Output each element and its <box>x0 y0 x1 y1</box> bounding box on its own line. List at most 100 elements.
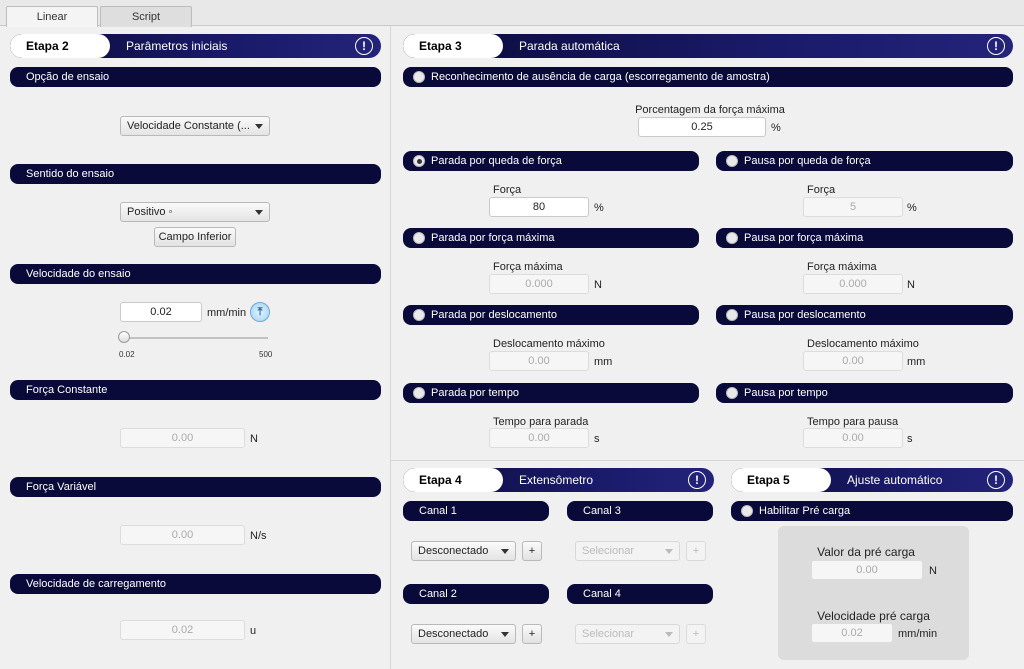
pausa-desl-option[interactable]: Pausa por deslocamento <box>716 305 1013 325</box>
radio-icon <box>726 155 738 167</box>
velocidade-pre-carga-input[interactable]: 0.02 <box>811 623 893 643</box>
warning-icon[interactable]: ! <box>688 471 706 489</box>
canal4-add-button[interactable]: + <box>686 624 706 644</box>
parada-tempo-input[interactable]: 0.00 <box>489 428 589 448</box>
valor-pre-carga-input[interactable]: 0.00 <box>811 560 923 580</box>
parada-desl-label: Deslocamento máximo <box>493 338 605 350</box>
speed-preset-icon[interactable]: ⤒ <box>250 302 270 322</box>
pausa-max-input[interactable]: 0.000 <box>803 274 903 294</box>
pausa-tempo-unit: s <box>907 433 913 445</box>
forca-constante-unit: N <box>250 433 258 445</box>
radio-icon <box>741 505 753 517</box>
etapa5-step: Etapa 5 <box>731 468 831 492</box>
chevron-down-icon <box>665 632 673 637</box>
forca-constante-input[interactable]: 0.00 <box>120 428 245 448</box>
canal1-header: Canal 1 <box>403 501 549 521</box>
radio-icon <box>413 232 425 244</box>
horizontal-divider <box>391 460 1024 461</box>
canal2-header: Canal 2 <box>403 584 549 604</box>
pausa-queda-option[interactable]: Pausa por queda de força <box>716 151 1013 171</box>
radio-icon <box>726 232 738 244</box>
velocidade-slider-thumb[interactable] <box>118 331 130 343</box>
parada-desl-option[interactable]: Parada por deslocamento <box>403 305 699 325</box>
radio-checked-icon <box>413 155 425 167</box>
parada-desl-input[interactable]: 0.00 <box>489 351 589 371</box>
etapa3-title: Parada automática <box>519 39 620 53</box>
parada-tempo-option[interactable]: Parada por tempo <box>403 383 699 403</box>
pausa-queda-label: Força <box>807 184 836 196</box>
opcao-ensaio-header: Opção de ensaio <box>10 67 381 87</box>
porcentagem-label: Porcentagem da força máxima <box>635 104 785 116</box>
pausa-desl-unit: mm <box>907 356 926 368</box>
vertical-divider <box>390 26 391 669</box>
parada-max-label: Força máxima <box>493 261 563 273</box>
canal1-select[interactable]: Desconectado <box>411 541 516 561</box>
etapa2-step: Etapa 2 <box>10 34 110 58</box>
parada-queda-label: Força <box>493 184 522 196</box>
tempo-pausa-label: Tempo para pausa <box>807 416 899 428</box>
canal4-header: Canal 4 <box>567 584 713 604</box>
radio-icon <box>413 387 425 399</box>
pausa-max-option[interactable]: Pausa por força máxima <box>716 228 1013 248</box>
velocidade-input[interactable]: 0.02 <box>120 302 202 322</box>
pausa-tempo-input[interactable]: 0.00 <box>803 428 903 448</box>
porcentagem-input[interactable]: 0.25 <box>638 117 766 137</box>
etapa5-title: Ajuste automático <box>847 473 943 487</box>
etapa2-title: Parâmetros iniciais <box>126 39 228 53</box>
etapa3-header: Etapa 3 Parada automática ! <box>403 34 1013 58</box>
parada-queda-option[interactable]: Parada por queda de força <box>403 151 699 171</box>
forca-constante-header: Força Constante <box>10 380 381 400</box>
canal3-add-button[interactable]: + <box>686 541 706 561</box>
warning-icon[interactable]: ! <box>987 471 1005 489</box>
canal3-select[interactable]: Selecionar <box>575 541 680 561</box>
parada-queda-input[interactable]: 80 <box>489 197 589 217</box>
etapa2-header: Etapa 2 Parâmetros iniciais ! <box>10 34 381 58</box>
pausa-queda-input[interactable]: 5 <box>803 197 903 217</box>
velocidade-carregamento-input[interactable]: 0.02 <box>120 620 245 640</box>
parada-desl-unit: mm <box>594 356 613 368</box>
chevron-down-icon <box>255 210 263 215</box>
campo-inferior-button[interactable]: Campo Inferior <box>154 227 236 247</box>
tab-script[interactable]: Script <box>100 6 192 27</box>
parada-max-unit: N <box>594 279 602 291</box>
reconhecimento-option[interactable]: Reconhecimento de ausência de carga (esc… <box>403 67 1013 87</box>
velocidade-pre-carga-label: Velocidade pré carga <box>817 609 930 623</box>
parada-tempo-unit: s <box>594 433 600 445</box>
tab-linear[interactable]: Linear <box>6 6 98 27</box>
habilitar-pre-carga-option[interactable]: Habilitar Pré carga <box>731 501 1013 521</box>
forca-variavel-unit: N/s <box>250 530 267 542</box>
parada-max-input[interactable]: 0.000 <box>489 274 589 294</box>
slider-max-label: 500 <box>259 350 273 359</box>
sentido-ensaio-select[interactable]: Positivo ◦ <box>120 202 270 222</box>
valor-pre-carga-unit: N <box>929 565 937 577</box>
pausa-max-unit: N <box>907 279 915 291</box>
velocidade-slider-track[interactable] <box>124 337 268 339</box>
forca-variavel-header: Força Variável <box>10 477 381 497</box>
pausa-tempo-option[interactable]: Pausa por tempo <box>716 383 1013 403</box>
canal4-select[interactable]: Selecionar <box>575 624 680 644</box>
canal2-select[interactable]: Desconectado <box>411 624 516 644</box>
opcao-ensaio-select[interactable]: Velocidade Constante (... <box>120 116 270 136</box>
sentido-ensaio-header: Sentido do ensaio <box>10 164 381 184</box>
pausa-desl-label: Deslocamento máximo <box>807 338 919 350</box>
parada-max-option[interactable]: Parada por força máxima <box>403 228 699 248</box>
pausa-queda-unit: % <box>907 202 917 214</box>
radio-icon <box>726 387 738 399</box>
tab-label: Script <box>131 11 161 23</box>
velocidade-carregamento-unit: u <box>250 625 257 637</box>
pausa-desl-input[interactable]: 0.00 <box>803 351 903 371</box>
canal2-add-button[interactable]: + <box>522 624 542 644</box>
warning-icon[interactable]: ! <box>987 37 1005 55</box>
forca-variavel-input[interactable]: 0.00 <box>120 525 245 545</box>
parada-queda-unit: % <box>594 202 604 214</box>
velocidade-pre-carga-unit: mm/min <box>898 628 938 640</box>
canal3-header: Canal 3 <box>567 501 713 521</box>
velocidade-ensaio-header: Velocidade do ensaio <box>10 264 381 284</box>
chevron-down-icon <box>501 632 509 637</box>
etapa4-step: Etapa 4 <box>403 468 503 492</box>
warning-icon[interactable]: ! <box>355 37 373 55</box>
pausa-max-label: Força máxima <box>807 261 877 273</box>
velocidade-carregamento-header: Velocidade de carregamento <box>10 574 381 594</box>
canal1-add-button[interactable]: + <box>522 541 542 561</box>
chevron-down-icon <box>255 124 263 129</box>
